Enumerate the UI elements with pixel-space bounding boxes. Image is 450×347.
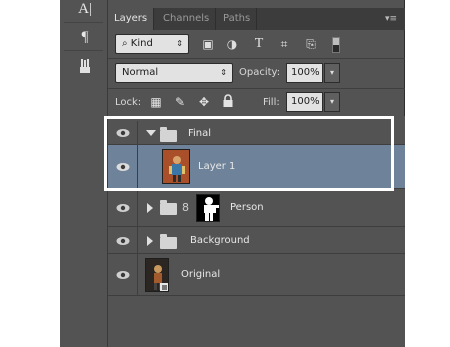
lock-all-icon[interactable] — [220, 94, 236, 110]
folder-icon — [160, 234, 177, 249]
opacity-dropdown-button[interactable]: ▾ — [324, 63, 340, 83]
expand-arrow-icon[interactable] — [147, 203, 153, 213]
visibility-cell[interactable] — [108, 121, 138, 144]
divider — [108, 58, 405, 59]
thumbnail-art — [146, 259, 168, 291]
layer-row-person[interactable]: 8 Person — [108, 189, 405, 227]
eye-icon[interactable] — [116, 270, 130, 280]
eye-icon[interactable] — [116, 128, 130, 138]
layer-name: Person — [230, 202, 264, 213]
select-arrow-icon: ⇕ — [176, 39, 183, 48]
visibility-cell[interactable] — [108, 227, 138, 253]
padlock-svg — [223, 94, 233, 107]
kind-filter-select[interactable]: ⌕ Kind ⇕ — [115, 34, 189, 54]
layer-row-layer-1[interactable]: Layer 1 — [108, 145, 405, 189]
layer-row-background[interactable]: Background — [108, 227, 405, 254]
kind-filter-label: Kind — [130, 38, 153, 49]
tab-paths[interactable]: Paths — [217, 8, 258, 30]
select-arrow-icon: ⇕ — [220, 68, 227, 77]
layer-row-final[interactable]: Final — [108, 121, 405, 145]
lock-row: Lock: ▦ ✎ ✥ Fill: 100% ▾ — [108, 90, 405, 114]
folder-icon — [160, 127, 177, 142]
tab-layers[interactable]: Layers — [108, 8, 155, 30]
eye-icon[interactable] — [116, 203, 130, 213]
opacity-field[interactable]: 100% — [286, 63, 323, 83]
expand-arrow-icon[interactable] — [147, 236, 153, 246]
dock-separator — [64, 50, 103, 51]
lock-position-icon[interactable]: ✥ — [196, 94, 212, 110]
layers-list: Final Layer 1 8 Person Background Origin… — [108, 116, 405, 347]
layer-thumbnail — [162, 149, 190, 184]
visibility-cell[interactable] — [108, 145, 138, 188]
eye-icon[interactable] — [116, 162, 130, 172]
type-filter-icon[interactable]: T — [251, 36, 267, 52]
shape-filter-icon[interactable]: ⌗ — [276, 36, 292, 52]
layer-name: Final — [188, 128, 212, 139]
mask-thumbnail — [196, 194, 220, 222]
type-tool-icon[interactable]: A| — [74, 0, 96, 18]
blend-mode-select[interactable]: Normal ⇕ — [115, 63, 233, 83]
adjustment-filter-icon[interactable]: ◑ — [224, 36, 240, 52]
right-margin — [406, 0, 450, 347]
panel-menu-icon[interactable]: ▾≡ — [383, 12, 399, 26]
filter-toggle-switch[interactable] — [332, 37, 340, 53]
expand-arrow-icon[interactable] — [146, 130, 156, 136]
lock-label: Lock: — [115, 97, 142, 108]
search-icon: ⌕ — [122, 38, 131, 49]
lock-image-icon[interactable]: ✎ — [172, 94, 188, 110]
layer-name: Background — [190, 235, 250, 246]
tab-channels[interactable]: Channels — [157, 8, 217, 30]
dock-separator — [64, 22, 103, 23]
folder-icon — [160, 200, 177, 215]
layers-panel: Layers Channels Paths ▾≡ ⌕ Kind ⇕ ▣ ◑ T … — [108, 0, 405, 347]
brush-preset-icon[interactable] — [74, 57, 96, 75]
panel-dock-tools: A| ¶ — [60, 0, 108, 347]
blend-row: Normal ⇕ Opacity: 100% ▾ — [108, 60, 405, 86]
layer-name: Original — [181, 269, 221, 280]
layer-row-original[interactable]: Original — [108, 254, 405, 296]
image-filter-icon[interactable]: ▣ — [200, 36, 216, 52]
mask-link-icon[interactable]: 8 — [182, 200, 192, 216]
left-margin — [0, 0, 60, 347]
smart-object-thumbnail — [145, 258, 169, 292]
visibility-cell[interactable] — [108, 189, 138, 226]
smart-object-filter-icon[interactable]: ⎘ — [303, 36, 319, 52]
opacity-label: Opacity: — [239, 67, 281, 78]
mask-silhouette — [197, 195, 219, 221]
brush-preset-svg — [80, 59, 90, 73]
fill-label: Fill: — [263, 97, 280, 108]
eye-icon[interactable] — [116, 236, 130, 246]
toggle-knob — [333, 38, 339, 45]
panel-tabs: Layers Channels Paths ▾≡ — [108, 8, 405, 30]
layer-name: Layer 1 — [198, 161, 236, 172]
fill-field[interactable]: 100% — [286, 92, 323, 112]
blend-mode-value: Normal — [122, 67, 159, 78]
paragraph-icon[interactable]: ¶ — [74, 28, 96, 46]
layer-filter-row: ⌕ Kind ⇕ ▣ ◑ T ⌗ ⎘ — [108, 30, 405, 58]
visibility-cell[interactable] — [108, 254, 138, 295]
lock-transparent-icon[interactable]: ▦ — [148, 94, 164, 110]
divider — [108, 88, 405, 89]
thumbnail-art — [163, 150, 189, 183]
fill-dropdown-button[interactable]: ▾ — [324, 92, 340, 112]
